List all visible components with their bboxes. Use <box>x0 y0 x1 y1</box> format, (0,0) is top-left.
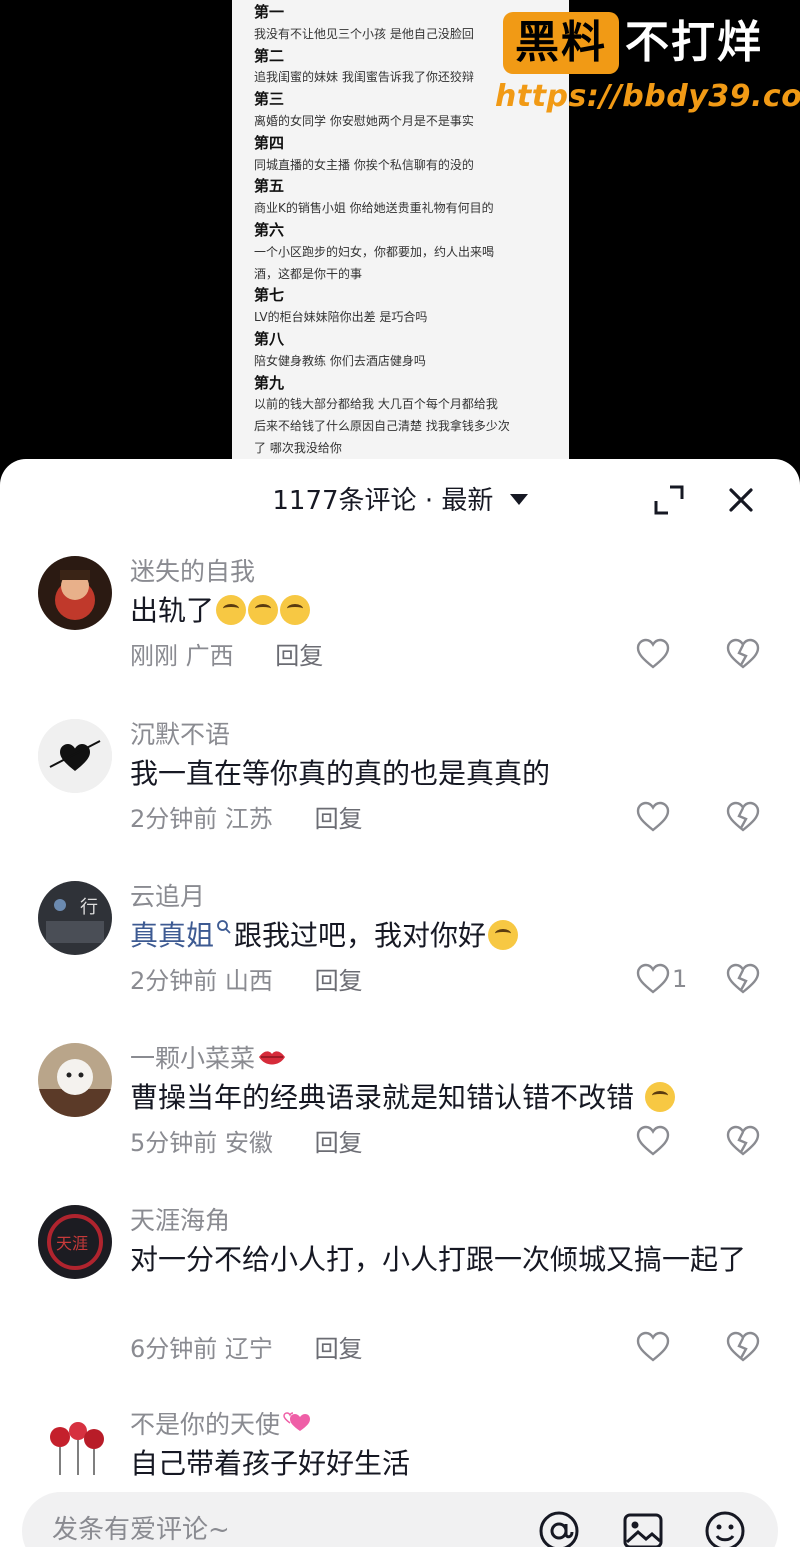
comment-body: 跟我过吧，我对你好 <box>234 919 487 952</box>
avatar[interactable] <box>38 719 112 793</box>
comment-time: 6分钟前 <box>130 1335 218 1363</box>
username-text: 一颗小菜菜 <box>130 1044 256 1073</box>
watermark-brand: 不打烊 <box>625 17 763 68</box>
avatar[interactable] <box>38 556 112 630</box>
emoji-icon <box>216 595 247 625</box>
comment-body: 出轨了 <box>130 594 215 627</box>
comment-region: 辽宁 <box>224 1335 273 1363</box>
comment-count: 1177条评论 <box>272 486 417 516</box>
sheet-header: 1177条评论 · 最新 <box>0 459 800 543</box>
comment-time: 5分钟前 <box>130 1129 218 1157</box>
svg-text:天涯: 天涯 <box>56 1234 88 1253</box>
broken-heart-icon[interactable] <box>726 1331 760 1363</box>
note-line: 以前的钱大部分都给我 大几百个每个月都给我 <box>254 397 498 412</box>
svg-text:行: 行 <box>80 897 98 918</box>
note-line: 后来不给钱了什么原因自己清楚 找我拿钱多少次 <box>254 419 510 434</box>
chevron-down-icon[interactable] <box>509 494 528 505</box>
comment-text: 对一分不给小人打，小人打跟一次倾城又搞一起了 <box>130 1243 747 1276</box>
heart-icon[interactable] <box>636 801 670 833</box>
note-line: 第七 <box>254 286 285 305</box>
avatar[interactable] <box>38 1043 112 1117</box>
note-line: 第四 <box>254 133 285 152</box>
expand-icon[interactable] <box>652 483 686 517</box>
note-line: 同城直播的女主播 你挨个私信聊有的没的 <box>254 157 474 172</box>
comment-time: 刚刚 <box>130 642 178 670</box>
comment-meta: 2分钟前 江苏 回复 <box>130 803 363 835</box>
comment-text: 自己带着孩子好好生活 <box>130 1447 411 1480</box>
comment-time: 2分钟前 <box>130 967 218 995</box>
comment-meta: 刚刚 广西 回复 <box>130 640 323 672</box>
watermark: 黑料 不打烊 https://bbdy39.com <box>495 10 800 116</box>
note-line: LV的柜台妹妹陪你出差 是巧合吗 <box>254 310 428 325</box>
note-line: 第八 <box>254 329 285 348</box>
comment-username[interactable]: 天涯海角 <box>130 1205 230 1237</box>
emoji-icon <box>280 595 311 625</box>
watermark-badge: 黑料 <box>503 12 619 74</box>
comment-text: 真真姐 跟我过吧，我对你好 <box>130 915 770 957</box>
comment-username[interactable]: 迷失的自我 <box>130 556 255 588</box>
close-icon[interactable] <box>724 483 758 517</box>
like-count: 1 <box>672 965 688 993</box>
broken-heart-icon[interactable] <box>726 638 760 670</box>
comment-meta: 2分钟前 山西 回复 <box>130 965 363 997</box>
broken-heart-icon[interactable] <box>726 1125 760 1157</box>
comment-username[interactable]: 不是你的天使 <box>130 1409 312 1441</box>
emoji-icon[interactable] <box>702 1508 748 1547</box>
reply-button[interactable]: 回复 <box>275 642 323 670</box>
lips-icon <box>259 1051 286 1065</box>
comment-text: 曹操当年的经典语录就是知错认错不改错 <box>130 1077 770 1119</box>
reply-button[interactable]: 回复 <box>315 805 363 833</box>
heart-icon[interactable] <box>636 638 670 670</box>
note-line: 一个小区跑步的妇女，你都要加，约人出来喝 <box>254 244 495 259</box>
reply-button[interactable]: 回复 <box>315 967 363 995</box>
separator: · <box>424 486 434 516</box>
avatar[interactable]: 行 <box>38 881 112 955</box>
at-icon[interactable] <box>536 1508 582 1547</box>
comment-input-bar <box>22 1492 778 1547</box>
image-icon[interactable] <box>620 1508 666 1547</box>
heart-icon[interactable] <box>636 1125 670 1157</box>
note-line: 商业K的销售小姐 你给她送贵重礼物有何目的 <box>254 201 494 216</box>
note-line: 了 哪次我没给你 <box>254 440 342 455</box>
reply-button[interactable]: 回复 <box>315 1129 363 1157</box>
comment-region: 广西 <box>185 642 234 670</box>
comment-region: 安徽 <box>224 1129 273 1157</box>
emoji-icon <box>644 1082 675 1112</box>
comment-meta: 5分钟前 安徽 回复 <box>130 1127 363 1159</box>
heart-icon[interactable] <box>636 1331 670 1363</box>
heart-icon[interactable] <box>636 963 670 995</box>
comment-body: 曹操当年的经典语录就是知错认错不改错 <box>130 1081 635 1114</box>
comment-text: 出轨了 <box>130 590 770 632</box>
comment-text: 我一直在等你真的真的也是真真的 <box>130 757 551 790</box>
note-line: 陪女健身教练 你们去酒店健身吗 <box>254 353 426 368</box>
comment-sheet: 1177条评论 · 最新 迷失的自我 出轨了 刚刚 广西 回复 沉默不语 我一直… <box>0 459 800 1547</box>
avatar[interactable] <box>38 1409 112 1483</box>
note-line: 第九 <box>254 373 285 392</box>
sort-label[interactable]: 最新 <box>441 486 493 516</box>
mention-link[interactable]: 真真姐 <box>130 919 214 952</box>
username-text: 不是你的天使 <box>130 1410 281 1439</box>
note-line: 第六 <box>254 220 285 239</box>
video-area[interactable]: 第一 我没有不让他见三个小孩 是他自己没脸回 第二 追我闺蜜的妹妹 我闺蜜告诉我了你还… <box>0 0 800 470</box>
comment-time: 2分钟前 <box>130 805 218 833</box>
watermark-url: https://bbdy39.com <box>495 79 800 114</box>
comment-username[interactable]: 云追月 <box>130 881 205 913</box>
reply-button[interactable]: 回复 <box>315 1335 363 1363</box>
comment-meta: 6分钟前 辽宁 回复 <box>130 1333 363 1365</box>
comment-username[interactable]: 一颗小菜菜 <box>130 1043 287 1075</box>
comment-region: 江苏 <box>224 805 273 833</box>
comment-region: 山西 <box>224 967 273 995</box>
avatar[interactable]: 天涯 <box>38 1205 112 1279</box>
comment-input[interactable] <box>52 1508 512 1547</box>
search-icon <box>217 920 231 934</box>
broken-heart-icon[interactable] <box>726 963 760 995</box>
broken-heart-icon[interactable] <box>726 801 760 833</box>
emoji-icon <box>488 920 519 950</box>
emoji-icon <box>248 595 279 625</box>
note-line: 酒，这都是你干的事 <box>254 266 363 281</box>
comment-username[interactable]: 沉默不语 <box>130 719 230 751</box>
hearts-icon <box>283 1412 311 1431</box>
note-line: 第五 <box>254 177 285 196</box>
